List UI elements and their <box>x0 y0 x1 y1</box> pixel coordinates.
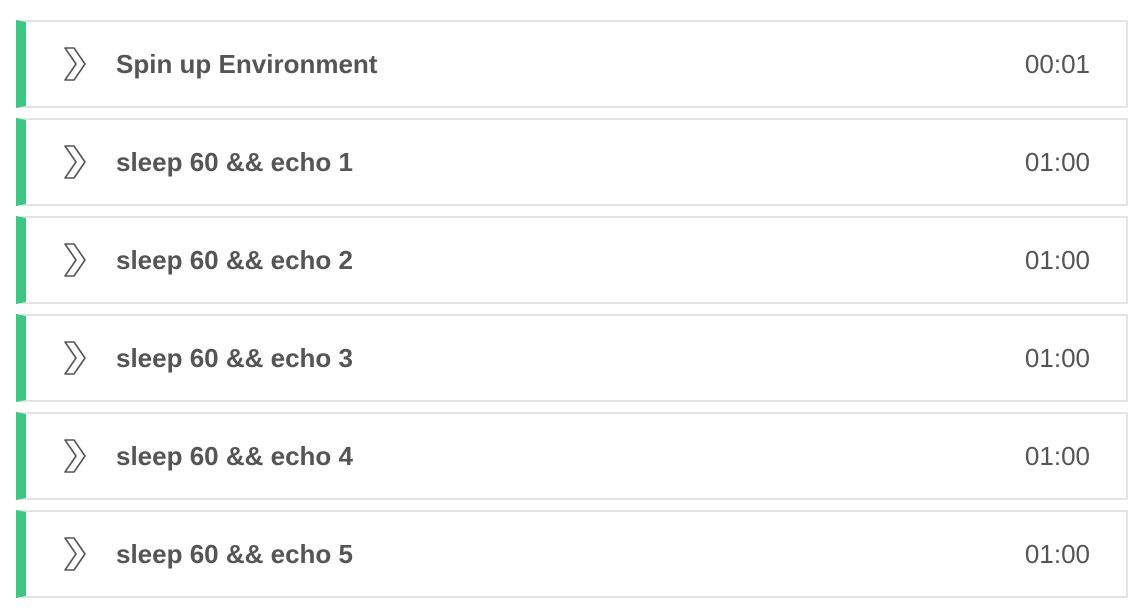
step-row[interactable]: sleep 60 && echo 3 01:00 <box>16 314 1128 402</box>
chevron-right-icon[interactable] <box>62 340 88 376</box>
step-name: sleep 60 && echo 2 <box>116 245 353 275</box>
step-duration: 01:00 <box>1024 245 1090 275</box>
chevron-right-icon[interactable] <box>62 46 88 82</box>
step-duration: 01:00 <box>1024 147 1090 177</box>
step-duration: 01:00 <box>1024 441 1090 471</box>
step-name: sleep 60 && echo 3 <box>116 343 353 373</box>
step-name: sleep 60 && echo 1 <box>116 147 353 177</box>
step-name: sleep 60 && echo 4 <box>116 441 353 471</box>
step-duration: 01:00 <box>1024 343 1090 373</box>
step-row[interactable]: sleep 60 && echo 5 01:00 <box>16 510 1128 598</box>
step-duration: 01:00 <box>1024 539 1090 569</box>
step-name: sleep 60 && echo 5 <box>116 539 353 569</box>
step-name: Spin up Environment <box>116 49 378 79</box>
step-row[interactable]: sleep 60 && echo 4 01:00 <box>16 412 1128 500</box>
step-row[interactable]: sleep 60 && echo 1 01:00 <box>16 118 1128 206</box>
step-duration: 00:01 <box>1024 49 1090 79</box>
chevron-right-icon[interactable] <box>62 438 88 474</box>
chevron-right-icon[interactable] <box>62 536 88 572</box>
chevron-right-icon[interactable] <box>62 242 88 278</box>
step-row[interactable]: Spin up Environment 00:01 <box>16 20 1128 108</box>
step-row[interactable]: sleep 60 && echo 2 01:00 <box>16 216 1128 304</box>
step-list: Spin up Environment 00:01 sleep 60 && ec… <box>16 20 1128 608</box>
chevron-right-icon[interactable] <box>62 144 88 180</box>
